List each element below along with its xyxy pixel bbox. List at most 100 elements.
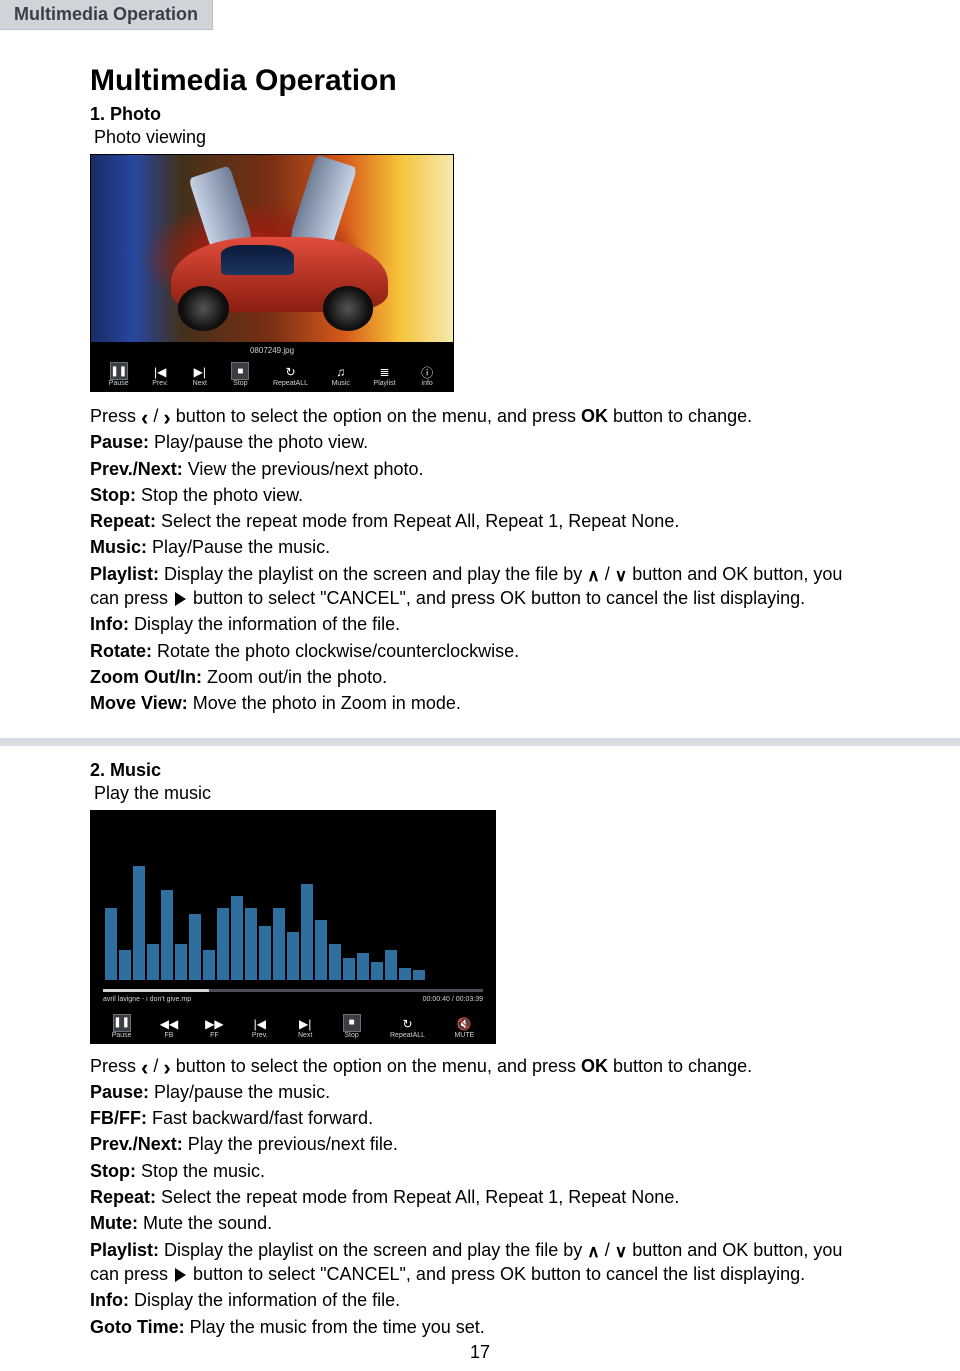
toolbar-label: MUTE xyxy=(454,1032,474,1039)
toolbar-playlist-button: ≣Playlist xyxy=(373,364,395,387)
toolbar-prev-button: |◀Prev. xyxy=(252,1016,268,1039)
definition-label: Goto Time: xyxy=(90,1317,185,1337)
toolbar-info-button: ⓘinfo xyxy=(419,364,435,387)
definition-line: Prev./Next: View the previous/next photo… xyxy=(90,457,868,481)
photo-lines: Pause: Play/pause the photo view.Prev./N… xyxy=(90,430,868,559)
definition-line: Info: Display the information of the fil… xyxy=(90,612,868,636)
music-lines: Pause: Play/pause the music. FB/FF: Fast … xyxy=(90,1080,868,1236)
pause-icon: ❚❚ xyxy=(110,362,128,380)
up-caret-icon xyxy=(587,566,599,584)
definition-text: Play/pause the music. xyxy=(149,1082,330,1102)
right-angle-icon xyxy=(163,1056,170,1078)
definition-label: Info: xyxy=(90,1290,129,1310)
definition-label: Zoom Out/In: xyxy=(90,667,202,687)
definition-label: Rotate: xyxy=(90,641,152,661)
repeat-icon: ↻ xyxy=(400,1016,416,1032)
text: button to select "CANCEL", and press OK … xyxy=(188,1264,805,1284)
music-lines-2: Info: Display the information of the fil… xyxy=(90,1288,868,1339)
music-toolbar: ❚❚Pause ◀◀FB ▶▶FF |◀Prev. ▶|Next ■Stop ↻Repeat… xyxy=(91,1010,495,1043)
toolbar-label: Next xyxy=(193,380,207,387)
photo-lines-2: Info: Display the information of the fil… xyxy=(90,612,868,715)
music-intro-line: Press / button to select the option on t… xyxy=(90,1054,868,1078)
prev-icon: |◀ xyxy=(252,1016,268,1032)
text: button to select "CANCEL", and press OK … xyxy=(188,588,805,608)
definition-line: Info: Display the information of the fil… xyxy=(90,1288,868,1312)
info-icon: ⓘ xyxy=(419,364,435,380)
definition-text: View the previous/next photo. xyxy=(183,459,424,479)
screenshot-music-visual: avril lavigne - i don't give.mp 00:00:40… xyxy=(91,811,495,1010)
toolbar-ff-button: ▶▶FF xyxy=(206,1016,222,1039)
music-icon: ♫ xyxy=(333,364,349,380)
definition-line: Rotate: Rotate the photo clockwise/count… xyxy=(90,639,868,663)
next-icon: ▶| xyxy=(297,1016,313,1032)
definition-label: Pause: xyxy=(90,432,149,452)
toolbar-music-button: ♫Music xyxy=(332,364,350,387)
section-head-photo: 1. Photo xyxy=(90,104,868,125)
down-caret-icon xyxy=(615,566,627,584)
photo-toolbar: ❚❚Pause|◀Prev.▶|Next■Stop↻RepeatALL♫Musi… xyxy=(91,358,453,391)
toolbar-label: RepeatALL xyxy=(390,1032,425,1039)
toolbar-label: RepeatALL xyxy=(273,380,308,387)
ff-icon: ▶▶ xyxy=(206,1016,222,1032)
definition-label: Info: xyxy=(90,614,129,634)
toolbar-mute-button: 🔇MUTE xyxy=(454,1016,474,1039)
definition-line: Move View: Move the photo in Zoom in mod… xyxy=(90,691,868,715)
pause-icon: ❚❚ xyxy=(113,1014,131,1032)
toolbar-prev-button: |◀Prev. xyxy=(152,364,168,387)
definition-text: Display the information of the file. xyxy=(129,614,400,634)
toolbar-fb-button: ◀◀FB xyxy=(161,1016,177,1039)
toolbar-label: FF xyxy=(210,1032,219,1039)
definition-line: Repeat: Select the repeat mode from Repe… xyxy=(90,509,868,533)
definition-text: Play/Pause the music. xyxy=(147,537,330,557)
text-bold: Playlist: xyxy=(90,1240,159,1260)
header-tab: Multimedia Operation xyxy=(0,0,213,30)
definition-label: Stop: xyxy=(90,485,136,505)
section-divider xyxy=(0,738,960,746)
definition-text: Fast backward/fast forward. xyxy=(147,1108,373,1128)
definition-line: Prev./Next: Play the previous/next file. xyxy=(90,1132,868,1156)
definition-text: Select the repeat mode from Repeat All, … xyxy=(156,511,679,531)
prev-icon: |◀ xyxy=(152,364,168,380)
next-icon: ▶| xyxy=(192,364,208,380)
definition-line: Mute: Mute the sound. xyxy=(90,1211,868,1235)
definition-text: Play the previous/next file. xyxy=(183,1134,398,1154)
track-label: avril lavigne - i don't give.mp xyxy=(103,996,191,1003)
definition-text: Zoom out/in the photo. xyxy=(202,667,387,687)
toolbar-label: Pause xyxy=(112,1032,132,1039)
definition-text: Stop the photo view. xyxy=(136,485,303,505)
definition-label: Move View: xyxy=(90,693,188,713)
play-triangle-icon xyxy=(175,1268,186,1282)
text-bold: OK xyxy=(581,406,608,426)
time-label: 00:00:40 / 00:03:39 xyxy=(423,996,483,1003)
section-subtitle-photo: Photo viewing xyxy=(94,127,868,148)
definition-text: Stop the music. xyxy=(136,1161,265,1181)
left-angle-icon xyxy=(141,406,148,428)
definition-line: Goto Time: Play the music from the time … xyxy=(90,1315,868,1339)
text: Press xyxy=(90,1056,136,1076)
toolbar-label: Prev. xyxy=(152,380,168,387)
page-title: Multimedia Operation xyxy=(90,64,868,98)
toolbar-repeat-button: ↻RepeatALL xyxy=(390,1016,425,1039)
definition-text: Rotate the photo clockwise/counterclockw… xyxy=(152,641,519,661)
definition-text: Mute the sound. xyxy=(138,1213,272,1233)
definition-line: Zoom Out/In: Zoom out/in the photo. xyxy=(90,665,868,689)
photo-filename-label: 0807249.jpg xyxy=(91,342,453,358)
down-caret-icon xyxy=(615,1242,627,1260)
definition-line: Music: Play/Pause the music. xyxy=(90,535,868,559)
toolbar-label: Stop xyxy=(233,380,247,387)
stop-icon: ■ xyxy=(343,1014,361,1032)
progress-bar xyxy=(103,989,483,992)
repeat-icon: ↻ xyxy=(282,364,298,380)
text: button to select the option on the menu,… xyxy=(176,406,581,426)
definition-line: Pause: Play/pause the music. xyxy=(90,1080,868,1104)
toolbar-next-button: ▶|Next xyxy=(297,1016,313,1039)
text: Press xyxy=(90,406,136,426)
toolbar-repeat-button: ↻RepeatALL xyxy=(273,364,308,387)
definition-label: Music: xyxy=(90,537,147,557)
text-bold: Playlist: xyxy=(90,564,159,584)
text: button to select the option on the menu,… xyxy=(176,1056,581,1076)
toolbar-stop-button: ■Stop xyxy=(231,362,249,387)
toolbar-stop-button: ■Stop xyxy=(343,1014,361,1039)
toolbar-label: Next xyxy=(298,1032,312,1039)
definition-label: FB/FF: xyxy=(90,1108,147,1128)
